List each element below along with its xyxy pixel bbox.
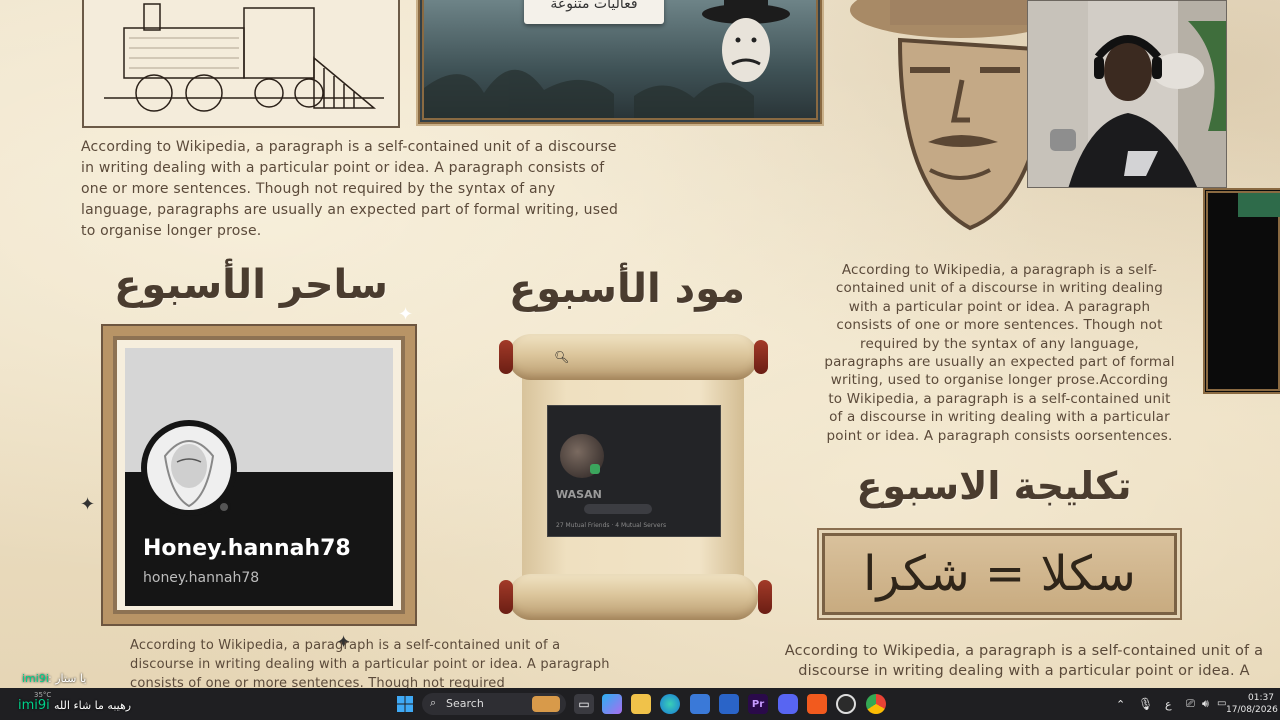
streamer-portrait-icon [1028, 1, 1226, 187]
webcam-feed [1027, 0, 1227, 188]
obs-icon[interactable] [836, 694, 856, 714]
avatar-portrait-icon [147, 426, 231, 510]
language-indicator[interactable]: ع [1165, 698, 1172, 711]
store-icon[interactable] [690, 694, 710, 714]
premiere-icon[interactable]: Pr [748, 694, 768, 714]
discord-icon[interactable] [778, 694, 798, 714]
mod-status-icon [590, 464, 600, 474]
status-dot-icon [217, 500, 231, 514]
sparkle-icon: ✦ [398, 304, 414, 325]
phrase-plaque: سكلا = شكرا [822, 533, 1177, 615]
file-explorer-icon[interactable] [631, 694, 651, 714]
weather-text: 35°C [34, 691, 52, 699]
scroll-bottom-roll [508, 574, 758, 620]
search-icon: ⌕ [430, 696, 437, 709]
stream-screen: فعاليات متنوعة According to Wikipedia, a… [0, 0, 1280, 688]
tray-chevron-icon[interactable]: ⌃ [1116, 698, 1125, 711]
paragraph-bottom-left: According to Wikipedia, a paragraph is a… [130, 638, 610, 688]
search-highlight-icon [532, 696, 560, 712]
brave-icon[interactable] [807, 694, 827, 714]
wizard-profile-card: Honey.hannah78 honey.hannah78 [113, 336, 405, 614]
heading-wizard-of-week: ساحر الأسبوع [114, 262, 388, 308]
taskbar-search-box[interactable]: ⌕ Search [422, 693, 566, 715]
heading-phrase-of-week: تكليجة الاسبوع [856, 464, 1132, 508]
windows-logo-icon [397, 696, 413, 712]
copilot-icon[interactable] [602, 694, 622, 714]
scroll-knob [754, 340, 768, 374]
side-panel-badge [1238, 193, 1280, 217]
mod-tag-pill [584, 504, 652, 514]
side-panel-frame [1203, 188, 1280, 394]
scroll-knob [758, 580, 772, 614]
clock-date[interactable]: 17/08/2026 [1226, 705, 1278, 715]
heading-mod-of-week: مود الأسبوع [508, 266, 746, 312]
events-banner-frame: فعاليات متنوعة [418, 0, 822, 124]
profile-display-name: Honey.hannah78 [143, 536, 351, 561]
chat-message: imi9i رهيبه ما شاء الله [0, 692, 160, 718]
edge-icon[interactable] [660, 694, 680, 714]
paragraph-bottom-right: According to Wikipedia, a paragraph is a… [784, 643, 1264, 679]
app-icon[interactable] [719, 694, 739, 714]
train-illustration [82, 0, 400, 128]
profile-username: honey.hannah78 [143, 570, 260, 586]
start-button[interactable] [395, 694, 415, 714]
chat-text: رهيبه ما شاء الله [54, 699, 132, 712]
chat-username: imi9i [22, 672, 49, 685]
gentleman-illustration [850, 0, 1050, 231]
sparkle-icon: ✦ [80, 494, 96, 515]
search-placeholder: Search [446, 697, 484, 710]
train-icon [84, 0, 398, 126]
network-icon[interactable]: ⎚ [1186, 697, 1195, 711]
paragraph-right-center: According to Wikipedia, a paragraph is a… [824, 262, 1175, 444]
chrome-icon[interactable] [866, 694, 886, 714]
chat-username: imi9i [18, 698, 50, 713]
windows-taskbar: ⌕ Search ▭ Pr ⌃ 🎙︎ ع ⎚ 🔊︎ ▭ 01:37 17/08/… [0, 688, 1280, 720]
mod-meta: 27 Mutual Friends · 4 Mutual Servers [556, 522, 667, 529]
volume-icon[interactable]: 🔊︎ [1202, 697, 1209, 711]
chat-text: يا ستار : [48, 672, 87, 685]
magnifier-cursor-icon: 🔍︎ [554, 350, 570, 364]
mod-profile-card: WASAN 27 Mutual Friends · 4 Mutual Serve… [547, 405, 721, 537]
task-view-icon[interactable]: ▭ [574, 694, 594, 714]
paragraph-top-left: According to Wikipedia, a paragraph is a… [81, 139, 619, 239]
mod-name: WASAN [556, 488, 602, 501]
clock-time[interactable]: 01:37 [1248, 693, 1274, 703]
scroll-knob [499, 340, 513, 374]
microphone-icon[interactable]: 🎙︎ [1138, 697, 1153, 711]
events-banner-caption: فعاليات متنوعة [524, 0, 664, 24]
scroll-knob [499, 580, 513, 614]
scroll-top-roll [508, 334, 758, 380]
chat-message: يا ستار : imi9i [2, 672, 142, 688]
